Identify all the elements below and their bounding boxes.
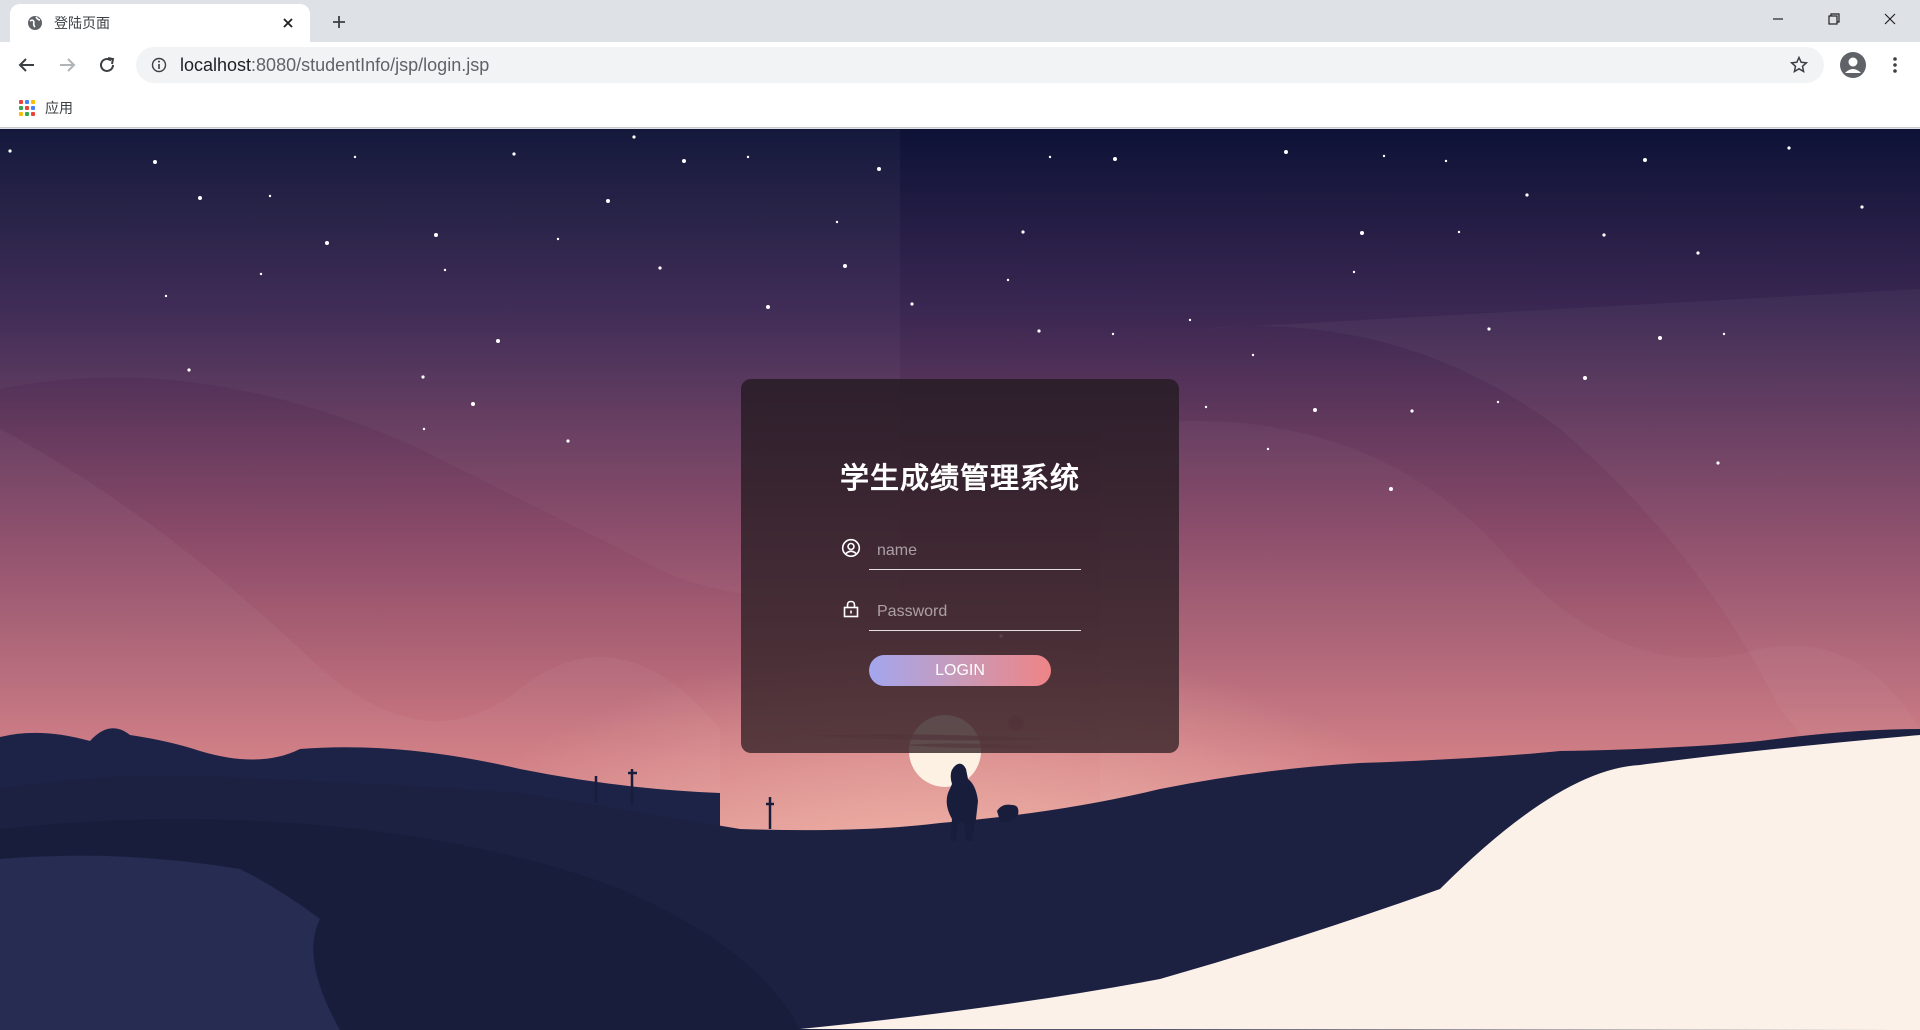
menu-dots-icon[interactable] [1880,50,1910,80]
new-tab-icon[interactable] [325,8,353,36]
bookmark-apps-label: 应用 [45,100,73,117]
login-card: 学生成绩管理系统 LOGIN [741,379,1179,753]
minimize-icon[interactable] [1750,0,1806,38]
restore-icon[interactable] [1806,0,1862,38]
bookmark-apps[interactable]: 应用 [19,98,73,118]
user-icon [841,538,861,558]
tab-title: 登陆页面 [54,16,110,32]
username-input[interactable] [869,532,1081,570]
forward-icon[interactable] [52,50,82,80]
lock-icon [841,599,861,619]
apps-grid-icon [19,99,35,116]
url-text: localhost:8080/studentInfo/jsp/login.jsp [180,55,489,76]
close-tab-icon[interactable] [278,13,298,33]
tab-strip: 登陆页面 [0,0,1920,42]
password-row [841,593,1081,633]
window-close-icon[interactable] [1862,0,1918,38]
globe-icon [26,14,44,32]
address-bar[interactable]: localhost:8080/studentInfo/jsp/login.jsp [136,47,1824,83]
page-viewport: 学生成绩管理系统 LOGIN [0,129,1920,1030]
browser-toolbar: localhost:8080/studentInfo/jsp/login.jsp [0,42,1920,88]
bookmarks-bar: 应用 [0,88,1920,128]
browser-tab[interactable]: 登陆页面 [10,4,310,42]
reload-icon[interactable] [92,50,122,80]
bookmark-star-icon[interactable] [1788,54,1810,76]
profile-avatar-icon[interactable] [1838,50,1868,80]
url-path: :8080/studentInfo/jsp/login.jsp [251,54,490,75]
username-row [841,532,1081,572]
back-icon[interactable] [12,50,42,80]
url-host: localhost [180,54,252,75]
login-title: 学生成绩管理系统 [839,461,1080,495]
password-input[interactable] [869,593,1081,631]
info-icon[interactable] [150,56,168,74]
login-button[interactable]: LOGIN [869,655,1051,686]
